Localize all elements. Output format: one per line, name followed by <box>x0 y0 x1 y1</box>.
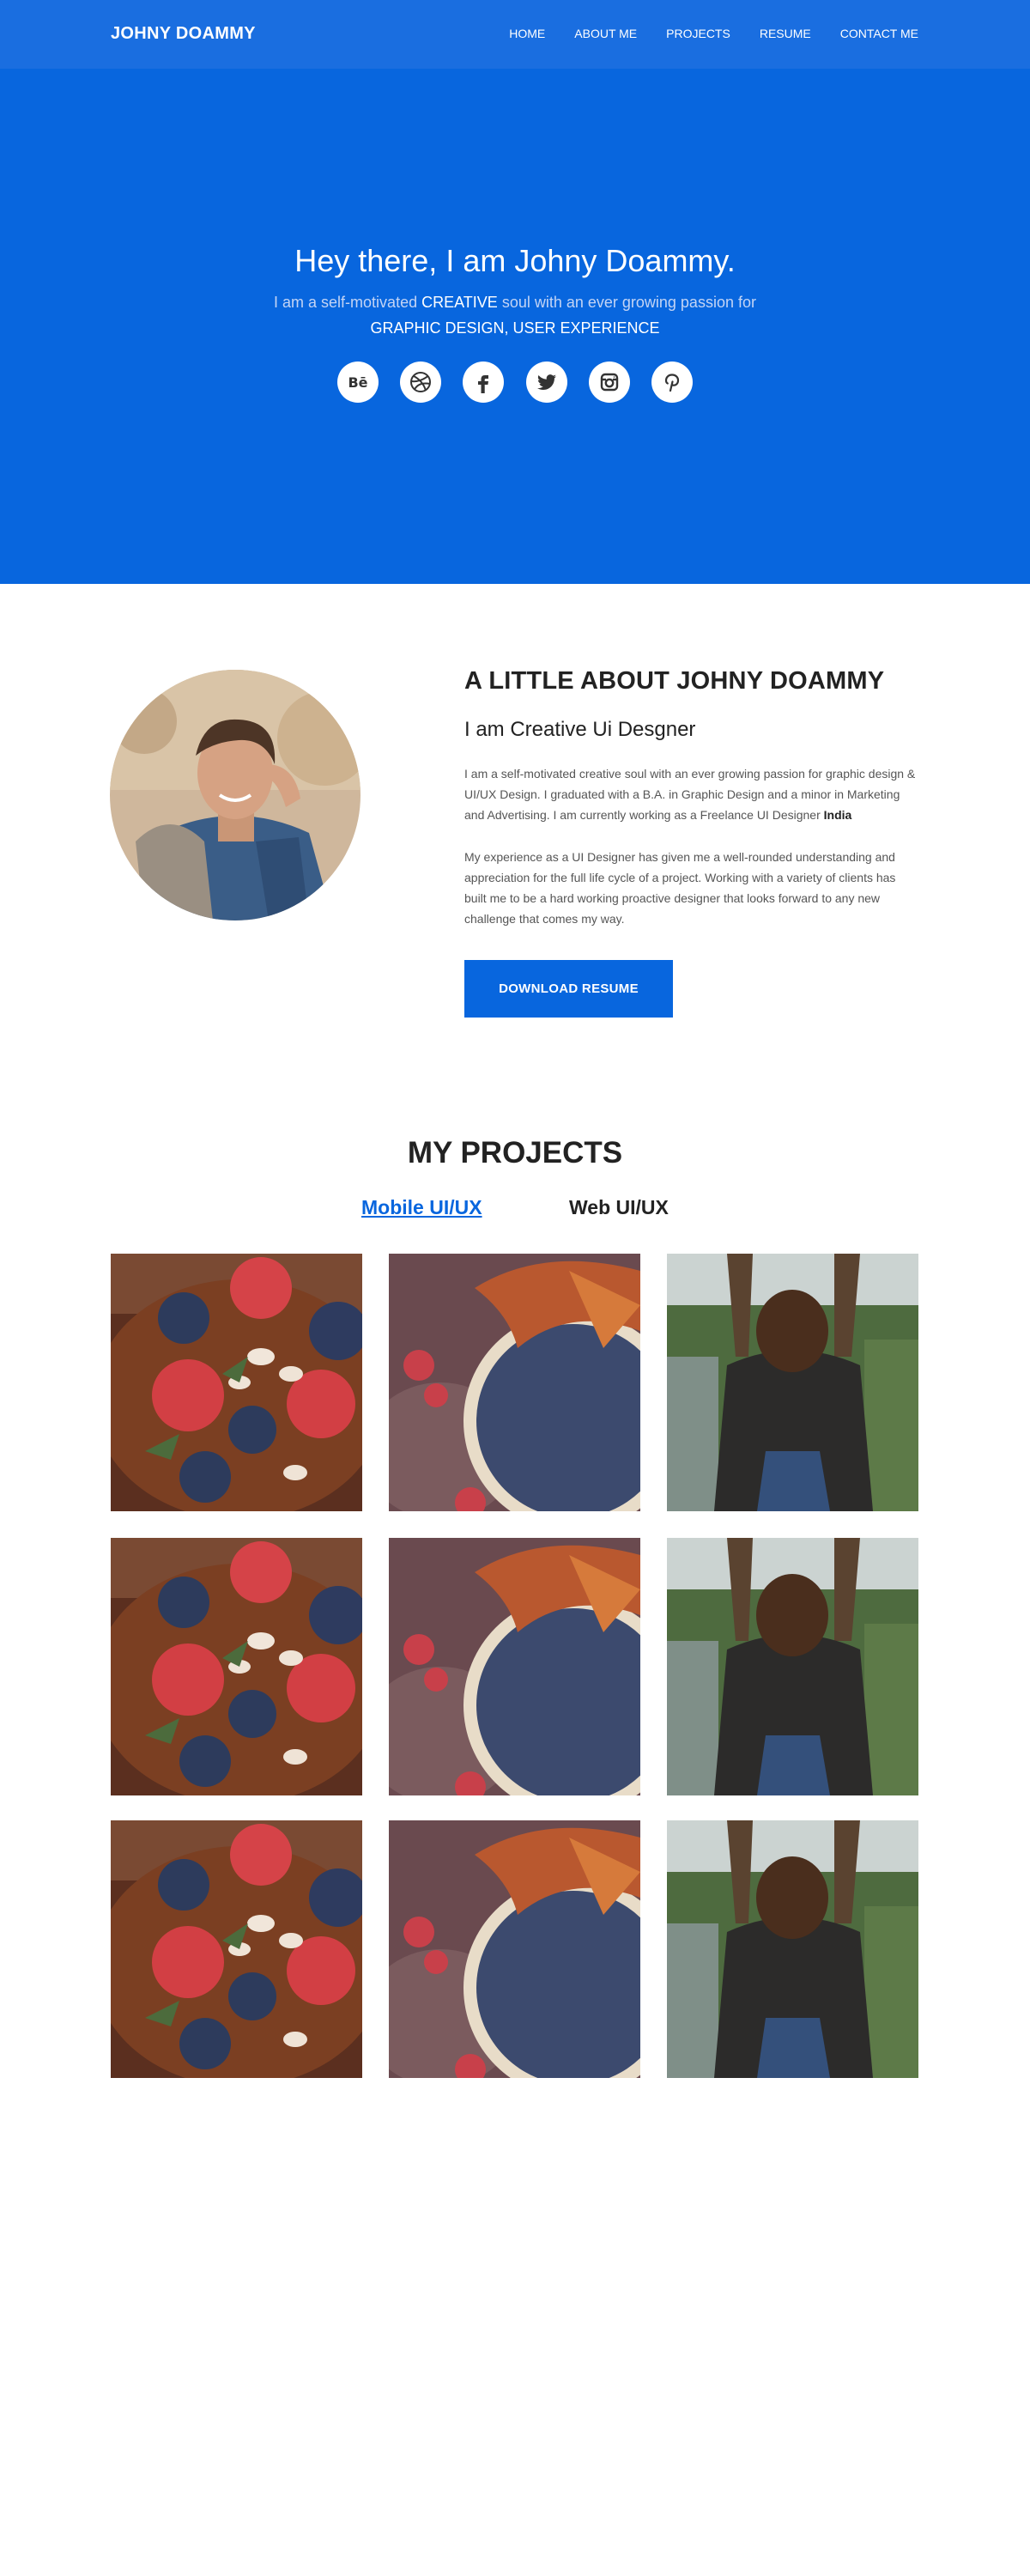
project-thumbnail-woman[interactable] <box>667 1254 918 1511</box>
svg-text:Bē: Bē <box>348 374 367 391</box>
hero-tagline-highlight: CREATIVE <box>421 294 498 311</box>
twitter-link[interactable] <box>525 361 567 403</box>
project-thumbnail-woman[interactable] <box>667 1820 918 2078</box>
nav-contact-me[interactable]: CONTACT ME <box>840 27 918 40</box>
project-thumbnail-coffee[interactable] <box>389 1254 640 1511</box>
facebook-icon <box>478 375 489 393</box>
project-thumbnail-berries[interactable] <box>111 1538 362 1795</box>
project-thumbnail-coffee[interactable] <box>389 1538 640 1795</box>
hero-tagline-start: I am a self-motivated <box>274 294 418 311</box>
dribbble-link[interactable] <box>400 361 442 403</box>
profile-photo <box>110 670 360 920</box>
facebook-link[interactable] <box>463 361 505 403</box>
about-paragraph-1: I am a self-motivated creative soul with… <box>464 763 919 825</box>
nav-projects[interactable]: PROJECTS <box>666 27 730 40</box>
instagram-link[interactable] <box>588 361 630 403</box>
about-subheading: I am Creative Ui Desgner <box>464 718 696 741</box>
nav-about-me[interactable]: ABOUT ME <box>574 27 637 40</box>
nav-resume[interactable]: RESUME <box>760 27 811 40</box>
instagram-icon <box>600 373 618 392</box>
pinterest-icon <box>664 374 680 392</box>
project-thumbnail-berries[interactable] <box>111 1820 362 2078</box>
project-thumbnail-coffee[interactable] <box>389 1820 640 2078</box>
twitter-icon <box>536 374 556 390</box>
nav-home[interactable]: HOME <box>509 27 545 40</box>
hero-title: Hey there, I am Johny Doammy. <box>294 243 736 278</box>
tab-web-ui-ux[interactable]: Web UI/UX <box>569 1196 669 1219</box>
project-thumbnail-berries[interactable] <box>111 1254 362 1511</box>
behance-icon: Bē <box>348 374 367 391</box>
behance-link[interactable]: Bē <box>337 361 379 403</box>
hero-section: Hey there, I am Johny Doammy. I am a sel… <box>0 69 1030 584</box>
about-heading: A LITTLE ABOUT JOHNY DOAMMY <box>464 667 885 695</box>
hero-tagline-end: soul with an ever growing passion for <box>501 294 756 311</box>
tab-mobile-ui-ux[interactable]: Mobile UI/UX <box>361 1196 482 1219</box>
about-paragraph-2: My experience as a UI Designer has given… <box>464 850 896 926</box>
main-nav: HOME ABOUT ME PROJECTS RESUME CONTACT ME <box>480 27 918 40</box>
project-thumbnail-woman[interactable] <box>667 1538 918 1795</box>
projects-heading: MY PROJECTS <box>407 1136 623 1170</box>
brand-logo-text[interactable]: JOHNY DOAMMY <box>111 24 256 44</box>
social-links: Bē <box>337 361 693 403</box>
pinterest-link[interactable] <box>651 361 693 403</box>
dribbble-icon <box>410 372 432 392</box>
top-navigation-bar: JOHNY DOAMMY HOME ABOUT ME PROJECTS RESU… <box>0 0 1030 69</box>
hero-skills: GRAPHIC DESIGN, USER EXPERIENCE <box>370 319 660 337</box>
about-location: India <box>823 808 852 822</box>
download-resume-button[interactable]: DOWNLOAD RESUME <box>464 960 673 1018</box>
hero-tagline: I am a self-motivated CREATIVE soul with… <box>0 294 1030 312</box>
